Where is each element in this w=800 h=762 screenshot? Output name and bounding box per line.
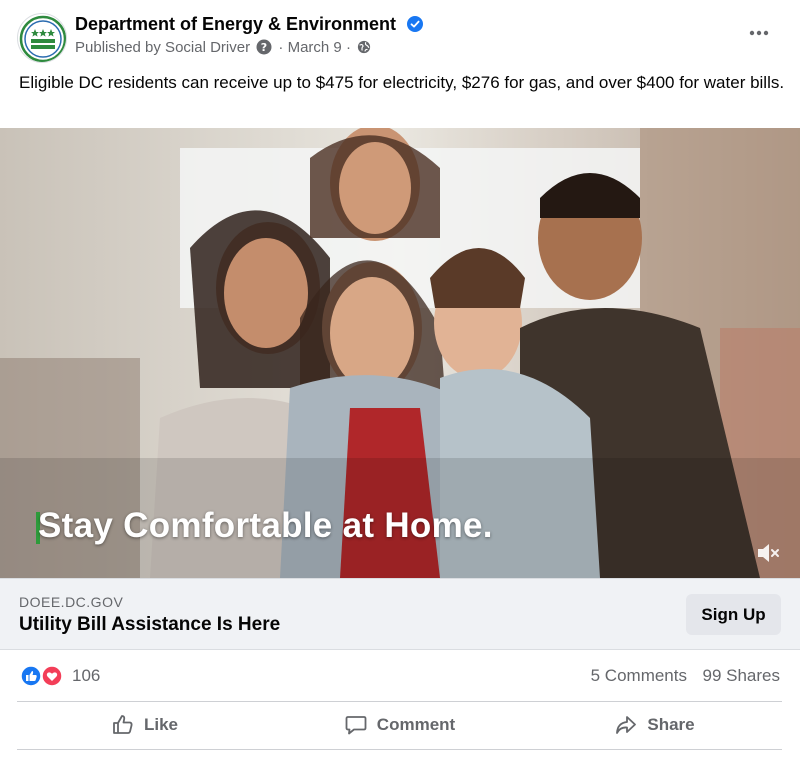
share-label: Share <box>647 715 695 734</box>
dc-flag-logo <box>19 15 66 62</box>
actions-divider-bottom <box>17 749 782 750</box>
comments-count[interactable]: 5 Comments <box>591 666 687 686</box>
published-by[interactable]: Published by Social Driver <box>75 39 250 56</box>
link-domain: DOEE.DC.GOV <box>19 594 124 610</box>
love-reaction-icon <box>41 665 63 687</box>
reactions-bar: 106 5 Comments 99 Shares <box>0 650 800 701</box>
globe-icon <box>358 40 371 54</box>
like-label: Like <box>143 715 179 734</box>
share-button[interactable]: Share <box>527 702 782 748</box>
post-date[interactable]: March 9 <box>288 39 342 56</box>
comment-button[interactable]: Comment <box>272 702 527 748</box>
comment-label: Comment <box>376 715 456 734</box>
post-actions: Like Comment Share <box>17 702 782 748</box>
page-name-text[interactable]: Department of Energy & Environment <box>75 14 396 34</box>
volume-muted-icon[interactable] <box>755 540 781 566</box>
page-avatar[interactable] <box>17 13 67 63</box>
post-meta: Published by Social Driver ? · March 9 · <box>75 39 371 56</box>
page-name[interactable]: Department of Energy & Environment <box>75 14 424 35</box>
meta-separator-1: · <box>278 39 284 56</box>
shares-count[interactable]: 99 Shares <box>703 666 781 686</box>
reaction-count[interactable]: 106 <box>72 666 100 686</box>
post-video[interactable]: Stay Comfortable at Home. <box>0 128 800 578</box>
like-button[interactable]: Like <box>17 702 272 748</box>
post-text: Eligible DC residents can receive up to … <box>19 73 785 92</box>
video-caption: Stay Comfortable at Home. <box>38 506 493 545</box>
share-arrow-icon <box>616 716 637 734</box>
svg-text:?: ? <box>261 41 267 54</box>
link-preview-card[interactable]: DOEE.DC.GOV Utility Bill Assistance Is H… <box>0 578 800 650</box>
verified-badge-icon <box>407 16 424 32</box>
like-reaction-icon <box>20 665 42 687</box>
link-title[interactable]: Utility Bill Assistance Is Here <box>19 614 280 636</box>
thumbs-up-icon <box>113 715 133 734</box>
more-options-icon[interactable] <box>748 22 770 44</box>
comment-bubble-icon <box>345 716 367 735</box>
reaction-icons[interactable] <box>20 665 64 687</box>
post-header: Department of Energy & Environment Publi… <box>0 0 800 64</box>
sign-up-button[interactable]: Sign Up <box>686 594 781 635</box>
help-question-icon[interactable]: ? <box>256 39 272 55</box>
meta-separator-2: · <box>345 39 351 56</box>
